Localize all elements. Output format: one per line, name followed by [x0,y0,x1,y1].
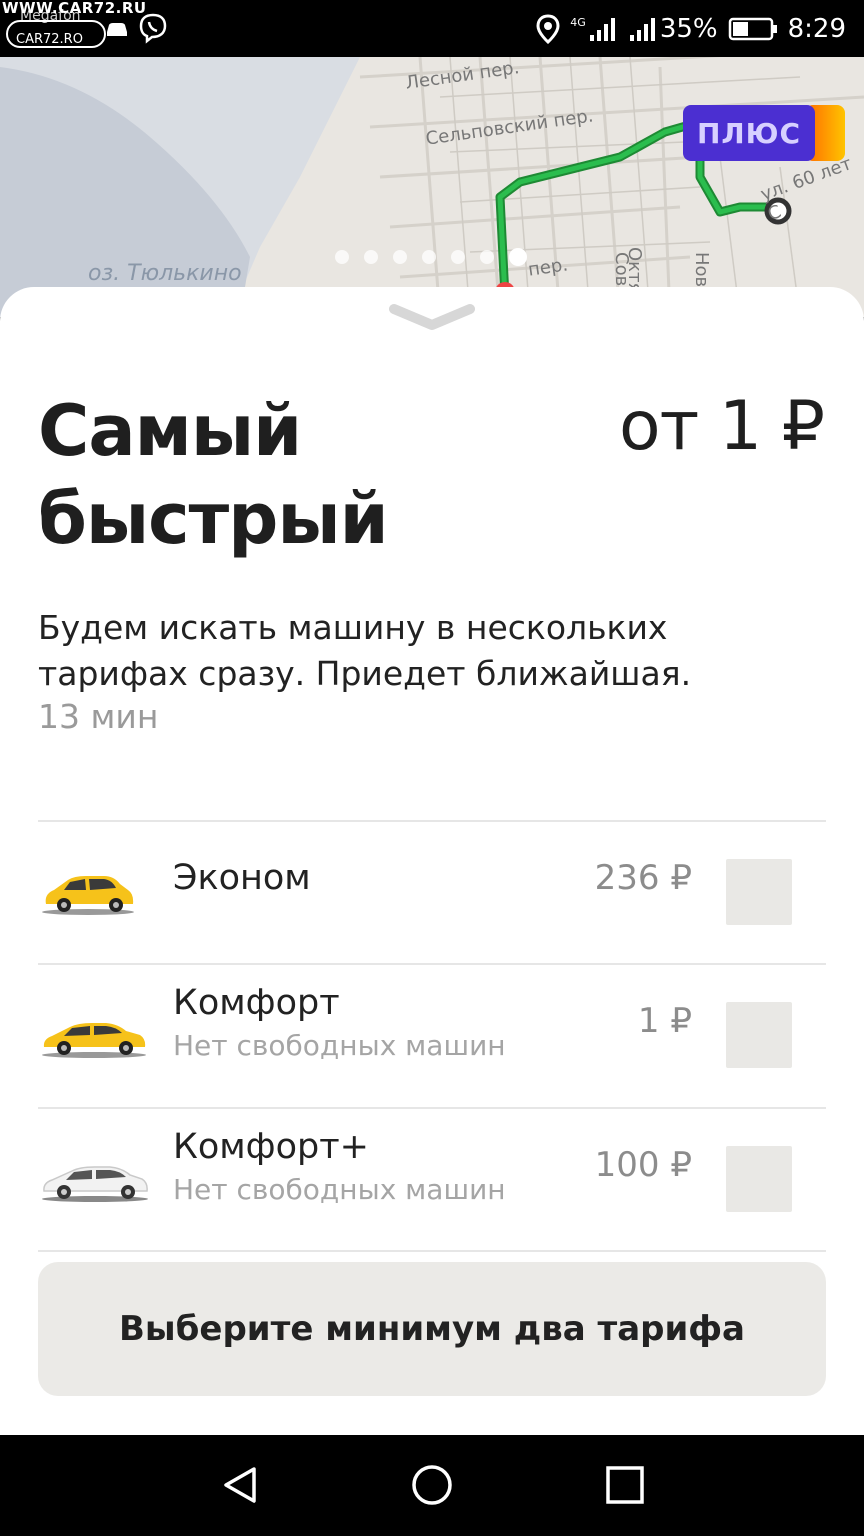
page-title: Самый быстрый [38,387,389,563]
white-car-icon [42,1166,148,1202]
title-line: Самый [38,390,302,472]
status-bar: Megafon WWW.CAR72.RU CAR72.RO 4G 35% 8:2… [0,0,864,57]
home-icon[interactable] [410,1463,454,1507]
carousel-dot[interactable] [480,250,494,264]
tariff-sheet: Самый быстрый от 1 ₽ Будем искать машину… [0,287,864,1435]
map[interactable]: Лесной пер. Сельповский пер. оз. Тюлькин… [0,57,864,317]
tariff-subtitle: Нет свободных машин [173,1173,506,1206]
tariff-name: Комфорт [173,983,340,1023]
carousel-dot[interactable] [422,250,436,264]
yellow-car-icon [42,876,134,915]
street-label: Сов [611,252,632,287]
tariff-price: 100 ₽ [594,1145,692,1185]
tariff-name: Эконом [173,858,311,898]
tariff-price: 236 ₽ [594,858,692,898]
tariff-row-comfort[interactable]: Комфорт Нет свободных машин 1 ₽ [38,965,826,1107]
viber-icon [139,13,167,44]
battery-percent: 35% [659,14,718,44]
carousel-dots [335,248,527,266]
eta-label: 13 мин [38,697,159,736]
lake-label: оз. Тюлькино [88,261,242,286]
recents-icon[interactable] [603,1463,647,1507]
select-two-tariffs-button[interactable]: Выберите минимум два тарифа [38,1262,826,1396]
street-label: Нов [691,252,712,288]
watermark-logo: CAR72.RO [6,20,106,48]
tariff-checkbox[interactable] [726,1146,792,1212]
price-from: от 1 ₽ [619,387,825,466]
carousel-dot[interactable] [393,250,407,264]
tariff-checkbox[interactable] [726,859,792,925]
plus-badge[interactable]: ПЛЮС [683,105,815,161]
tariff-subtitle: Нет свободных машин [173,1029,506,1062]
system-nav-bar [0,1435,864,1536]
clock: 8:29 [787,14,846,44]
watermark-text: WWW.CAR72.RU [2,0,147,17]
description: Будем искать машину в нескольких тарифах… [38,608,692,693]
battery-icon [728,17,777,41]
network-label: 4G [570,16,586,29]
carousel-dot[interactable] [364,250,378,264]
tariff-row-comfort-plus[interactable]: Комфорт+ Нет свободных машин 100 ₽ [38,1109,826,1251]
car-icon [107,23,127,36]
tariff-name: Комфорт+ [173,1127,369,1167]
chevron-down-icon[interactable] [388,299,476,335]
status-right: 4G 35% 8:29 [536,10,846,48]
tariff-checkbox[interactable] [726,1002,792,1068]
signal-icon [629,18,655,41]
carousel-dot[interactable] [335,250,349,264]
carousel-dot-active[interactable] [509,248,527,266]
tariff-row-econom[interactable]: Эконом 236 ₽ [38,822,826,964]
yellow-car-icon [42,1023,146,1058]
divider [38,1250,826,1252]
tariff-price: 1 ₽ [637,1001,692,1041]
carousel-dot[interactable] [451,250,465,264]
title-line: быстрый [38,478,389,560]
signal-icon [589,18,615,41]
back-icon[interactable] [218,1463,262,1507]
location-icon [536,14,560,44]
